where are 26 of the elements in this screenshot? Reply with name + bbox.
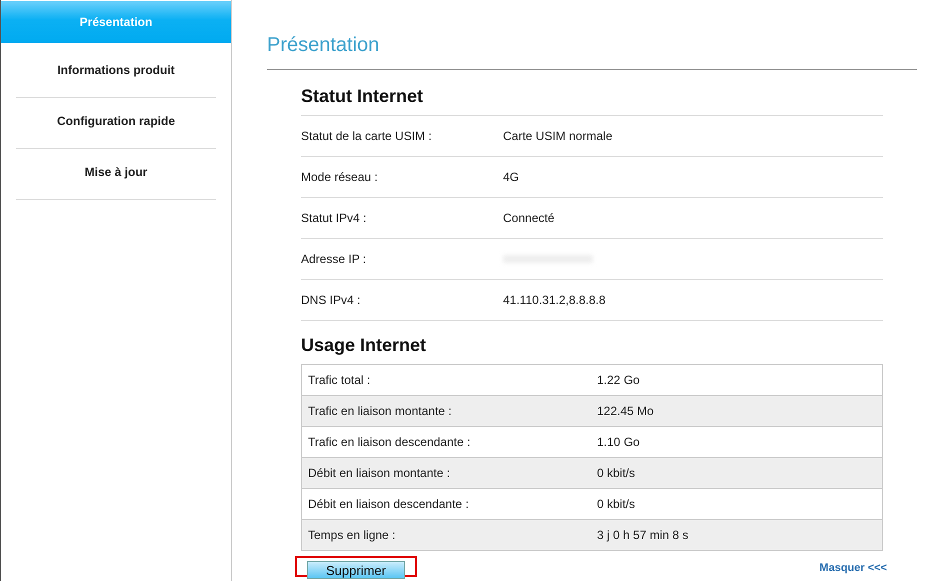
field-value: Carte USIM normale [503, 129, 612, 143]
field-label: Adresse IP : [301, 252, 368, 266]
table-cell-text: Débit en liaison descendante : [308, 497, 470, 511]
page-title: Présentation [267, 34, 917, 70]
section-heading: Statut Internet [301, 86, 883, 116]
table-cell-text: Débit en liaison montante : [308, 466, 452, 480]
table-cell-text: Trafic en liaison montante : [308, 404, 453, 418]
section-heading: Usage Internet [301, 335, 428, 357]
table-cell: 3 j 0 h 57 min 8 s [597, 528, 688, 542]
field-label: Statut IPv4 : [301, 211, 368, 225]
field-label: Mode réseau : [301, 170, 379, 184]
table-cell-text: Trafic en liaison descendante : [308, 435, 472, 449]
field-value: 41.110.31.2,8.8.8.8 [503, 293, 606, 307]
hide-link[interactable]: Masquer <<< [819, 562, 887, 574]
table-cell: 1.10 Go [597, 435, 640, 449]
clear-button[interactable]: Supprimer [307, 561, 405, 579]
field-label: Statut de la carte USIM : [301, 129, 433, 143]
table-cell: 1.22 Go [597, 373, 640, 387]
table-cell: 0 kbit/s [597, 497, 636, 511]
field-value: Connecté [503, 211, 554, 225]
field-label: DNS IPv4 : [301, 293, 362, 307]
field-value: 4G [503, 170, 520, 184]
table-cell: 122.45 Mo [597, 404, 654, 418]
table-cell: 0 kbit/s [597, 466, 636, 480]
table-cell-text: Temps en ligne : [308, 528, 396, 542]
table-cell-text: Trafic total : [308, 373, 372, 387]
